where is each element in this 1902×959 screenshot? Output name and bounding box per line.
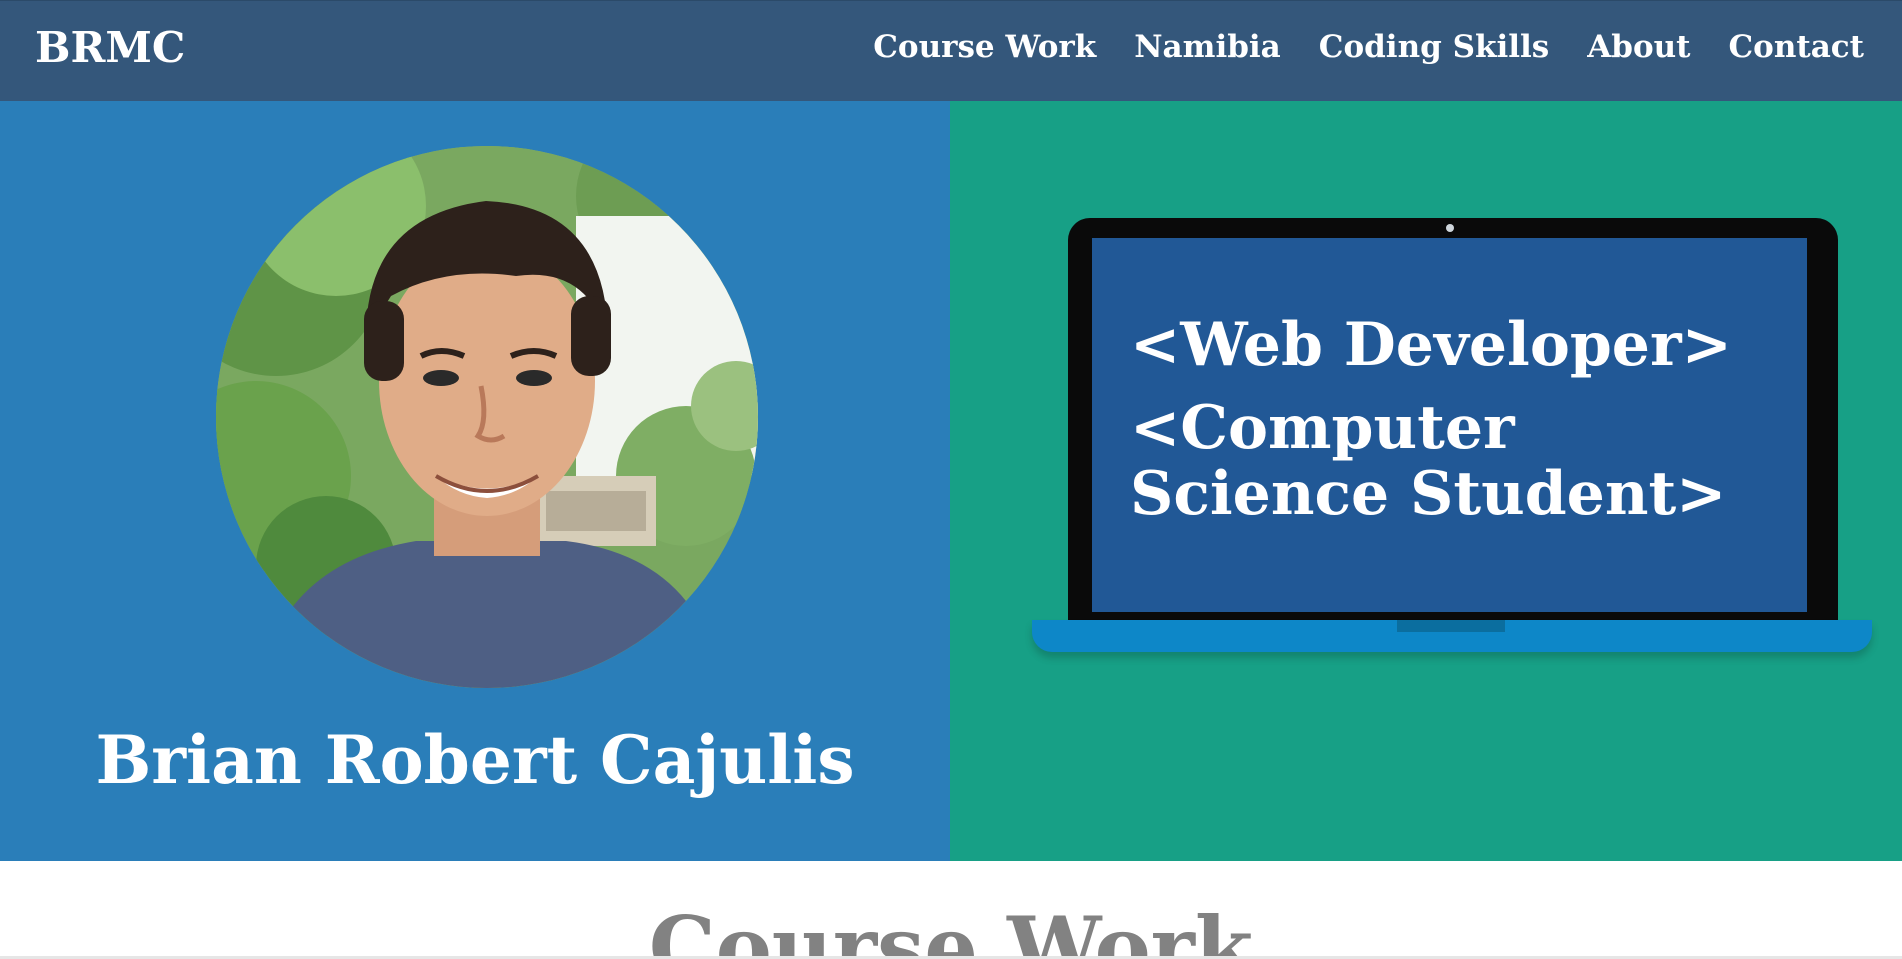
avatar	[216, 146, 758, 688]
profile-photo-icon	[216, 146, 758, 688]
brand-logo[interactable]: BRMC	[35, 23, 185, 72]
camera-icon	[1446, 224, 1454, 232]
nav-link-course-work[interactable]: Course Work	[873, 29, 1096, 65]
nav-link-about[interactable]: About	[1587, 29, 1690, 65]
nav-link-namibia[interactable]: Namibia	[1134, 29, 1281, 65]
section-title-course-work: Course Work	[648, 898, 1254, 959]
screen-line-science-student: Science Student>	[1130, 459, 1727, 529]
laptop-screen: <Web Developer> <Computer Science Studen…	[1092, 238, 1807, 612]
nav-link-coding-skills[interactable]: Coding Skills	[1319, 29, 1549, 65]
laptop-bezel: <Web Developer> <Computer Science Studen…	[1068, 218, 1838, 623]
person-name: Brian Robert Cajulis	[95, 721, 855, 799]
hero-laptop-panel: <Web Developer> <Computer Science Studen…	[950, 101, 1902, 861]
nav-links: Course Work Namibia Coding Skills About …	[873, 29, 1864, 65]
laptop-base	[1032, 620, 1872, 652]
screen-line-web-developer: <Web Developer>	[1130, 310, 1732, 380]
laptop-illustration: <Web Developer> <Computer Science Studen…	[1032, 218, 1884, 658]
top-navbar: BRMC Course Work Namibia Coding Skills A…	[0, 0, 1902, 101]
hero-profile-panel: Brian Robert Cajulis	[0, 101, 950, 861]
nav-link-contact[interactable]: Contact	[1729, 29, 1865, 65]
screen-line-computer: <Computer	[1130, 393, 1515, 463]
laptop-notch	[1397, 620, 1505, 632]
